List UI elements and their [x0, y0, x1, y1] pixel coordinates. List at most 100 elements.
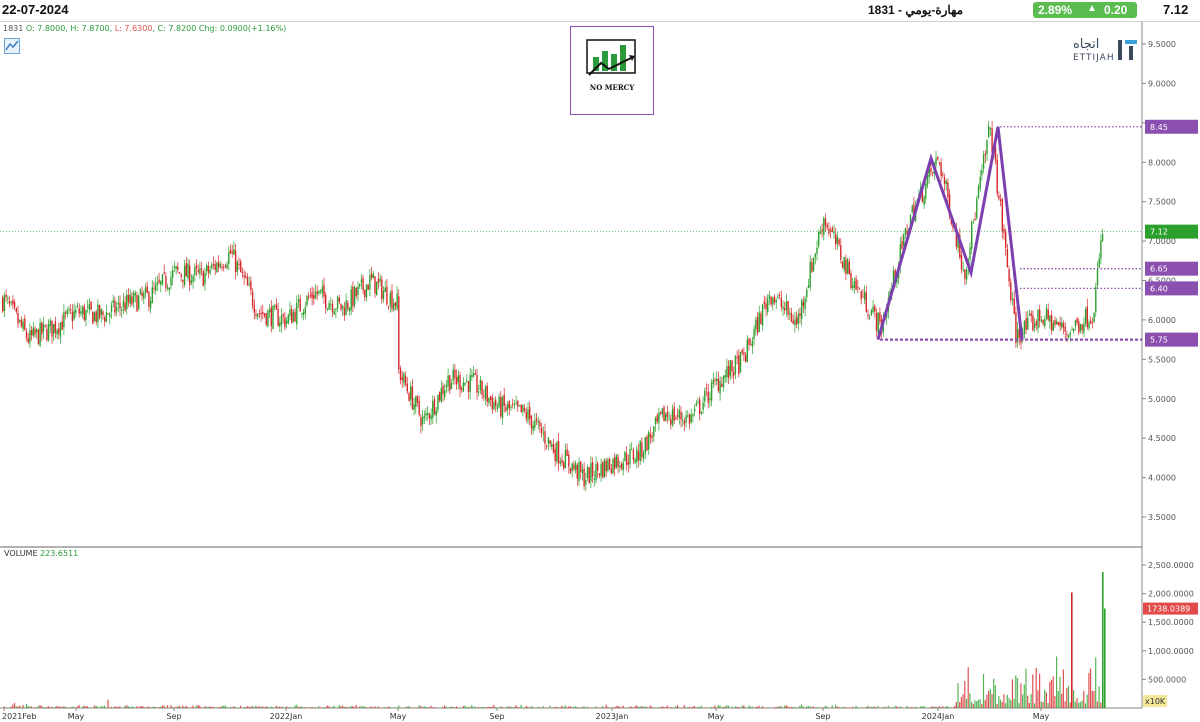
volume-bar: [666, 705, 668, 708]
candle-body: [812, 257, 815, 271]
volume-bar: [449, 707, 451, 708]
volume-bar: [450, 706, 452, 708]
candle-body: [542, 433, 544, 435]
last-price-label: 7.12: [1150, 228, 1168, 237]
volume-bar: [340, 706, 342, 708]
volume-bar: [314, 707, 316, 708]
candle-body: [180, 274, 182, 277]
candle-body: [977, 186, 980, 198]
candle-body: [710, 382, 713, 401]
candle-body: [166, 287, 169, 289]
candle-body: [576, 464, 578, 479]
volume-bar: [236, 707, 238, 708]
candle-body: [748, 338, 750, 345]
volume-bar: [362, 706, 364, 708]
volume-bar: [15, 706, 17, 708]
candle-body: [153, 287, 155, 289]
candle-body: [58, 328, 60, 334]
candle-body: [571, 463, 573, 471]
candle-body: [296, 302, 298, 325]
candle-body: [625, 453, 628, 465]
candle-body: [493, 402, 495, 410]
candle-body: [688, 414, 691, 424]
candle-body: [797, 314, 799, 325]
volume-bar: [472, 706, 475, 708]
candle-body: [420, 417, 422, 427]
volume-bar: [360, 706, 362, 708]
candle-body: [5, 294, 7, 297]
candle-body: [408, 393, 410, 402]
volume-bar: [226, 707, 228, 708]
candle-body: [603, 459, 606, 478]
candle-body: [738, 355, 740, 374]
candle-body: [1052, 322, 1054, 331]
candle-body: [646, 436, 648, 451]
y-tick-label: 4.0000: [1148, 474, 1176, 483]
candle-body: [971, 222, 973, 250]
volume-bar: [112, 707, 114, 708]
candle-body: [687, 415, 689, 417]
candle-body: [253, 305, 255, 313]
candle-body: [935, 158, 937, 166]
volume-bar: [1006, 694, 1008, 708]
volume-bar: [1100, 702, 1102, 708]
candle-body: [418, 400, 420, 415]
candle-body: [675, 418, 677, 420]
volume-bar: [971, 701, 973, 708]
candle-body: [454, 369, 456, 379]
volume-bar: [867, 705, 869, 708]
candle-body: [976, 198, 978, 219]
volume-bar: [301, 706, 303, 708]
volume-bar: [807, 706, 809, 708]
candle-body: [574, 463, 577, 471]
volume-bar: [56, 706, 58, 708]
volume-bar: [243, 707, 245, 708]
volume-bar: [488, 706, 490, 708]
volume-bar: [160, 706, 162, 708]
candle-body: [280, 315, 283, 325]
candle-body: [331, 304, 334, 313]
candle-body: [641, 442, 643, 458]
candle-body: [129, 294, 131, 304]
volume-bar: [1088, 672, 1090, 708]
candle-body: [1047, 309, 1049, 320]
double-top-pattern: [876, 126, 1024, 341]
volume-bar: [126, 705, 128, 708]
candle-body: [263, 313, 266, 316]
volume-bar: [831, 705, 833, 708]
candle-body: [736, 356, 738, 358]
candle-body: [421, 417, 424, 425]
candle-body: [585, 480, 587, 485]
candle-body: [619, 466, 621, 468]
candle-body: [724, 375, 726, 378]
candle-body: [753, 328, 755, 340]
candle-body: [1027, 317, 1029, 330]
candle-body: [1057, 321, 1060, 326]
volume-bar: [799, 705, 801, 708]
volume-bar: [95, 705, 97, 708]
candle-body: [624, 451, 626, 461]
volume-bar: [639, 706, 641, 708]
candle-body: [648, 431, 650, 450]
candle-body: [714, 379, 716, 381]
candle-body: [258, 313, 261, 315]
candle-body: [277, 308, 279, 327]
volume-bar: [294, 705, 296, 708]
candle-body: [13, 301, 16, 308]
volume-bar: [588, 707, 590, 708]
candle-body: [151, 287, 153, 304]
candle-body: [1042, 319, 1044, 324]
candle-body: [600, 463, 602, 477]
volume-bar: [901, 707, 903, 708]
volume-bar: [931, 706, 934, 708]
volume-bar: [231, 707, 233, 708]
volume-bar: [223, 705, 225, 708]
candle-body: [785, 301, 788, 311]
volume-bar: [467, 706, 469, 708]
price-chart[interactable]: 9.50009.00008.50008.00007.50007.00006.50…: [0, 0, 1200, 722]
volume-bar: [54, 706, 56, 708]
candle-body: [982, 154, 985, 169]
volume-bar: [104, 705, 106, 708]
volume-bar: [952, 707, 954, 708]
volume-bar: [114, 706, 116, 708]
